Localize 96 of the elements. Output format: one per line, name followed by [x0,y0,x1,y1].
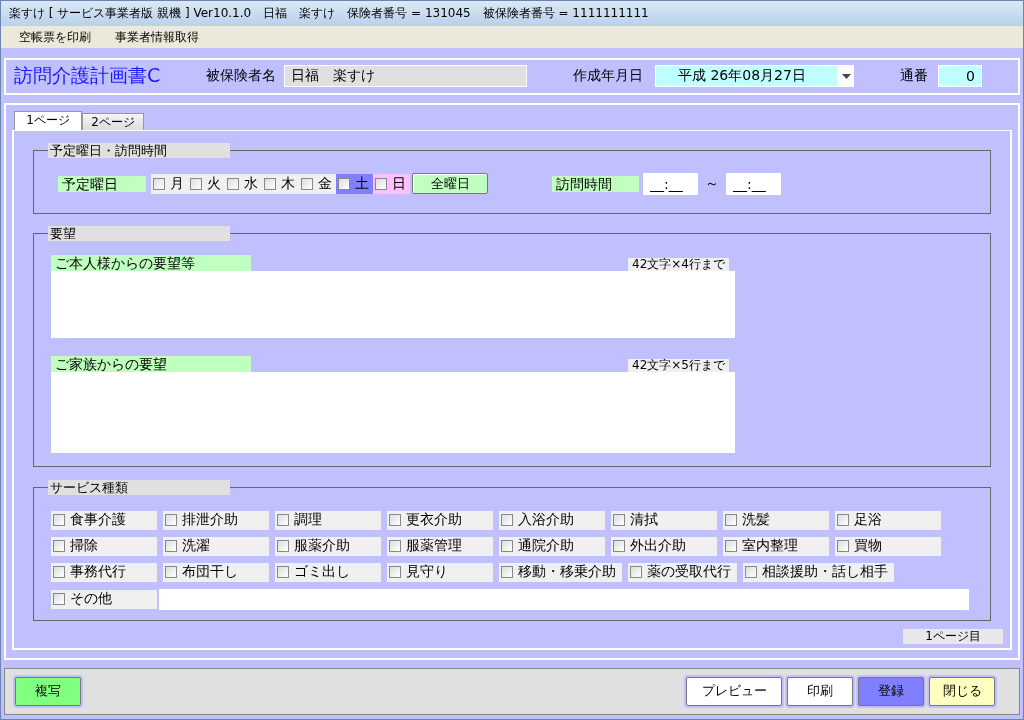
dropdown-button[interactable] [838,65,854,88]
checkbox[interactable] [501,514,513,527]
service-option[interactable]: 外出介助 [611,536,717,556]
character-limit-note: 42文字×4行まで [628,257,729,271]
checkbox[interactable] [264,177,276,190]
checkbox[interactable] [153,177,165,190]
weekday-option[interactable]: 土 [336,173,373,194]
checkbox[interactable] [389,566,401,579]
field-label: ご家族からの要望 [51,355,251,372]
service-option[interactable]: その他 [51,589,157,609]
service-option[interactable]: 買物 [835,536,941,556]
checkbox[interactable] [301,177,313,190]
service-option[interactable]: 移動・移乗介助 [499,562,622,582]
serial-number-field[interactable]: 0 [938,65,982,88]
field-label: ご本人様からの要望等 [51,254,251,271]
service-option[interactable]: 更衣介助 [387,510,493,530]
time-field[interactable]: __:__ [726,172,781,195]
action-button[interactable]: 閉じる [929,676,995,706]
field-label: 通番 [900,67,928,86]
service-option[interactable]: 足浴 [835,510,941,530]
other-service-field[interactable] [159,588,969,610]
copy-button[interactable]: 複写 [15,676,81,706]
service-option[interactable]: 洗髪 [723,510,829,530]
checkbox[interactable] [501,566,513,579]
checkbox[interactable] [389,514,401,527]
service-option[interactable]: 排泄介助 [163,510,269,530]
all-days-button[interactable]: 全曜日 [412,173,488,195]
service-option[interactable]: 見守り [387,562,493,582]
weekday-option[interactable]: 木 [262,173,299,194]
field-label: 訪問時間 [552,175,639,192]
checkbox[interactable] [338,177,350,190]
weekday-option[interactable]: 火 [188,173,225,194]
checkbox[interactable] [277,540,289,553]
checkbox[interactable] [53,566,65,579]
insured-name-field[interactable]: 日福 楽すけ [284,65,527,88]
action-button[interactable]: 印刷 [787,676,853,706]
group-legend: 要望 [48,225,230,241]
checkbox[interactable] [227,177,239,190]
checkbox[interactable] [277,566,289,579]
service-option[interactable]: 調理 [275,510,381,530]
service-option[interactable]: 掃除 [51,536,157,556]
service-option[interactable]: 室内整理 [723,536,829,556]
field-label: 作成年月日 [573,67,643,86]
service-option[interactable]: ゴミ出し [275,562,381,582]
form-title: 訪問介護計画書C [14,63,162,89]
checkbox[interactable] [165,566,177,579]
action-button[interactable]: 登録 [858,676,924,706]
checkbox[interactable] [190,177,202,190]
checkbox[interactable] [53,593,65,606]
checkbox[interactable] [745,566,757,579]
checkbox[interactable] [165,540,177,553]
checkbox[interactable] [501,540,513,553]
character-limit-note: 42文字×5行まで [628,358,729,372]
checkbox[interactable] [53,514,65,527]
service-option[interactable]: 食事介護 [51,510,157,530]
service-option[interactable]: 清拭 [611,510,717,530]
tab[interactable]: 2ページ [82,112,144,130]
date-field[interactable]: 平成 26年08月27日 [655,65,838,88]
caret-icon [841,73,851,79]
checkbox[interactable] [613,514,625,527]
field-label: 被保険者名 [206,67,276,86]
service-option[interactable]: 服薬管理 [387,536,493,556]
service-option[interactable]: 入浴介助 [499,510,605,530]
group-legend: 予定曜日・訪問時間 [48,142,230,158]
checkbox[interactable] [53,540,65,553]
weekday-option[interactable]: 金 [299,173,336,194]
service-option[interactable]: 通院介助 [499,536,605,556]
checkbox[interactable] [165,514,177,527]
service-option[interactable]: 洗濯 [163,536,269,556]
tab[interactable]: 1ページ [14,110,82,130]
weekday-option[interactable]: 月 [151,173,188,194]
checkbox[interactable] [389,540,401,553]
window-title: 楽すけ [ サービス事業者版 親機 ] Ver10.1.0 日福 楽すけ 保険者番号 = 131045 被保険者番号 = 1111111111 [9,5,649,23]
page-indicator: 1ページ目 [903,628,1003,644]
service-option[interactable]: 薬の受取代行 [628,562,737,582]
action-button[interactable]: プレビュー [686,676,782,706]
field-label: 予定曜日 [58,175,146,192]
service-option[interactable]: 事務代行 [51,562,157,582]
group-legend: サービス種類 [48,479,230,495]
checkbox[interactable] [277,514,289,527]
service-option[interactable]: 相談援助・話し相手 [743,562,894,582]
weekday-option[interactable]: 水 [225,173,262,194]
checkbox[interactable] [725,540,737,553]
menu-item[interactable]: 空帳票を印刷 [11,26,99,48]
weekday-option[interactable]: 日 [373,173,410,194]
checkbox[interactable] [375,177,387,190]
checkbox[interactable] [837,514,849,527]
menu-item[interactable]: 事業者情報取得 [107,26,207,48]
service-option[interactable]: 布団干し [163,562,269,582]
checkbox[interactable] [630,566,642,579]
range-separator: ～ [705,174,719,193]
service-option[interactable]: 服薬介助 [275,536,381,556]
time-field[interactable]: __:__ [643,172,698,195]
checkbox[interactable] [613,540,625,553]
checkbox[interactable] [837,540,849,553]
checkbox[interactable] [725,514,737,527]
